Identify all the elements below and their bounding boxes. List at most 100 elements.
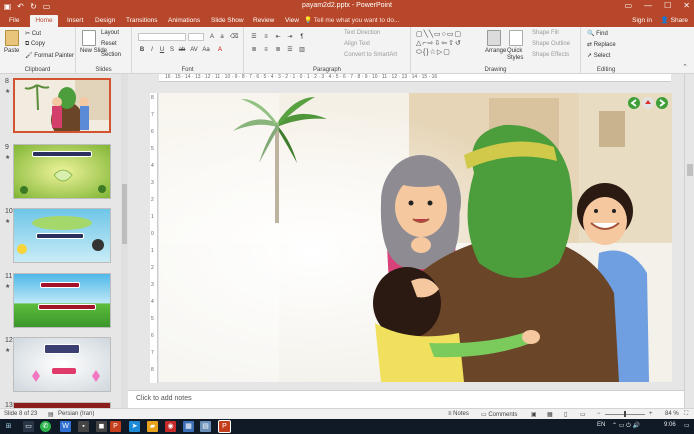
app-icon[interactable]: ▪ — [78, 421, 89, 432]
normal-view-icon[interactable]: ▣ — [531, 411, 537, 418]
language-indicator[interactable]: Persian (Iran) — [58, 411, 94, 417]
replace-button[interactable]: ⇄ Replace — [587, 41, 616, 48]
close-button[interactable]: ✕ — [683, 1, 690, 10]
slide-sorter-icon[interactable]: ▦ — [547, 411, 553, 418]
paste-button[interactable]: Paste — [4, 48, 19, 54]
fit-slide-icon[interactable]: ⛶ — [684, 411, 688, 418]
next-arrow-icon[interactable] — [656, 97, 668, 109]
scroll-thumb[interactable] — [122, 184, 127, 244]
ribbon-display-icon[interactable]: ▭ — [625, 1, 633, 10]
tab-slide-show[interactable]: Slide Show — [208, 15, 247, 27]
strikethrough-icon[interactable]: ab — [178, 46, 186, 54]
shape-fill-button[interactable]: Shape Fill — [532, 30, 559, 36]
align-left-icon[interactable]: ≣ — [250, 46, 258, 54]
collapse-ribbon-icon[interactable]: ⌃ — [682, 63, 688, 71]
format-painter-button[interactable]: 🖌 Format Painter — [25, 52, 74, 59]
change-case-icon[interactable]: Aa — [202, 46, 210, 54]
tab-design[interactable]: Design — [92, 15, 118, 27]
text-direction-button[interactable]: Text Direction — [344, 30, 380, 36]
tab-insert[interactable]: Insert — [64, 15, 86, 27]
thumbnail-slide-9[interactable] — [13, 144, 111, 199]
numbering-icon[interactable]: ≡ — [262, 33, 270, 41]
section-button[interactable]: Section — [101, 52, 121, 58]
quick-styles-icon[interactable] — [509, 30, 523, 46]
minimize-button[interactable]: — — [644, 1, 652, 10]
sign-in-link[interactable]: Sign in — [632, 15, 652, 27]
increase-indent-icon[interactable]: ⇥ — [286, 33, 294, 41]
zoom-out-icon[interactable]: − — [597, 411, 601, 417]
shrink-font-icon[interactable]: a — [218, 33, 226, 41]
reading-view-icon[interactable]: ▯ — [564, 411, 567, 418]
slide-scroll-thumb[interactable] — [687, 164, 693, 176]
app-icon[interactable]: ▤ — [200, 421, 211, 432]
justify-icon[interactable]: ☰ — [286, 46, 294, 54]
quick-styles-button[interactable]: Quick Styles — [507, 48, 531, 62]
notification-icon[interactable]: ▭ — [684, 422, 690, 429]
select-button[interactable]: ➚ Select — [587, 52, 610, 59]
media-icon[interactable]: ◉ — [165, 421, 176, 432]
reset-button[interactable]: Reset — [101, 41, 117, 47]
folder-icon[interactable]: ▰ — [147, 421, 158, 432]
notes-pane[interactable]: Click to add notes — [128, 390, 684, 408]
bold-icon[interactable]: B — [138, 46, 146, 54]
shape-effects-button[interactable]: Shape Effects — [532, 52, 569, 58]
align-right-icon[interactable]: ≣ — [274, 46, 282, 54]
notes-toggle[interactable]: ≡ Notes — [448, 411, 469, 417]
thumbnail-slide-12[interactable] — [13, 337, 111, 392]
tell-me-search[interactable]: 💡 Tell me what you want to do... — [304, 15, 399, 27]
word-icon[interactable]: W — [60, 421, 71, 432]
slide-thumbnails-pane[interactable]: 8 ★ 9 ★ 10 ★ 11 ★ 12 ★ 13 — [0, 74, 124, 408]
thumbnail-slide-11[interactable] — [13, 273, 111, 328]
prev-arrow-icon[interactable] — [628, 97, 640, 109]
align-text-button[interactable]: Align Text — [344, 41, 370, 47]
thumbnails-scrollbar[interactable] — [121, 74, 128, 408]
current-slide[interactable] — [159, 93, 672, 382]
zoom-slider-thumb[interactable] — [624, 411, 626, 417]
clock[interactable]: 9:06 — [664, 422, 676, 428]
arrange-button[interactable]: Arrange — [485, 48, 506, 54]
new-slide-icon[interactable] — [82, 30, 96, 46]
comments-toggle[interactable]: ▭ Comments — [481, 411, 517, 418]
arrange-icon[interactable] — [487, 30, 501, 46]
spellcheck-icon[interactable]: ▤ — [48, 411, 54, 418]
find-button[interactable]: 🔍 Find — [587, 30, 608, 37]
thumbnail-slide-8[interactable] — [13, 78, 111, 133]
layout-button[interactable]: Layout — [101, 30, 119, 36]
slideshow-view-icon[interactable]: ▭ — [580, 411, 586, 418]
font-color-icon[interactable]: A — [216, 46, 224, 54]
tab-file[interactable]: File — [6, 15, 22, 27]
powerpoint-active-icon[interactable]: P — [218, 420, 231, 433]
clear-format-icon[interactable]: ⌫ — [230, 33, 238, 41]
slide-nav-buttons[interactable] — [628, 97, 668, 109]
grow-font-icon[interactable]: A — [208, 33, 216, 41]
shadow-icon[interactable]: S — [168, 46, 176, 54]
bullets-icon[interactable]: ☰ — [250, 33, 258, 41]
share-button[interactable]: 👤 Share — [661, 15, 688, 27]
convert-smartart-button[interactable]: Convert to SmartArt — [344, 52, 397, 58]
slide-scrollbar[interactable] — [684, 74, 694, 408]
task-view-icon[interactable]: ▭ — [23, 421, 34, 432]
app-icon[interactable]: ▦ — [183, 421, 194, 432]
tab-home[interactable]: Home — [30, 15, 58, 27]
tray-icons[interactable]: ⌃ ▭ ⏻ 🔊 — [612, 422, 640, 430]
shapes-gallery[interactable]: ▢╲╲▭○▭▢ △⌐⇨⇩⇦⇧↺ ⬭{}☆▷▢ — [416, 30, 482, 58]
whatsapp-icon[interactable]: ✆ — [40, 421, 51, 432]
rtl-icon[interactable]: ¶ — [298, 33, 306, 41]
thumbnail-slide-10[interactable] — [13, 208, 111, 263]
powerpoint-taskbar-icon[interactable]: P — [110, 421, 121, 432]
shape-outline-button[interactable]: Shape Outline — [532, 41, 570, 47]
spacing-icon[interactable]: AV — [190, 46, 198, 54]
tab-review[interactable]: Review — [250, 15, 277, 27]
tab-view[interactable]: View — [282, 15, 302, 27]
tab-animations[interactable]: Animations — [165, 15, 203, 27]
zoom-level[interactable]: 84 % — [665, 411, 679, 417]
zoom-in-icon[interactable]: + — [649, 411, 653, 417]
tab-transitions[interactable]: Transitions — [123, 15, 161, 27]
maximize-button[interactable]: ☐ — [664, 1, 671, 10]
font-name-input[interactable] — [138, 33, 186, 41]
underline-icon[interactable]: U — [158, 46, 166, 54]
telegram-icon[interactable]: ➤ — [129, 421, 140, 432]
copy-button[interactable]: ⧉ Copy — [25, 41, 45, 48]
paste-icon[interactable] — [5, 30, 19, 46]
start-icon[interactable]: ⊞ — [3, 421, 14, 432]
